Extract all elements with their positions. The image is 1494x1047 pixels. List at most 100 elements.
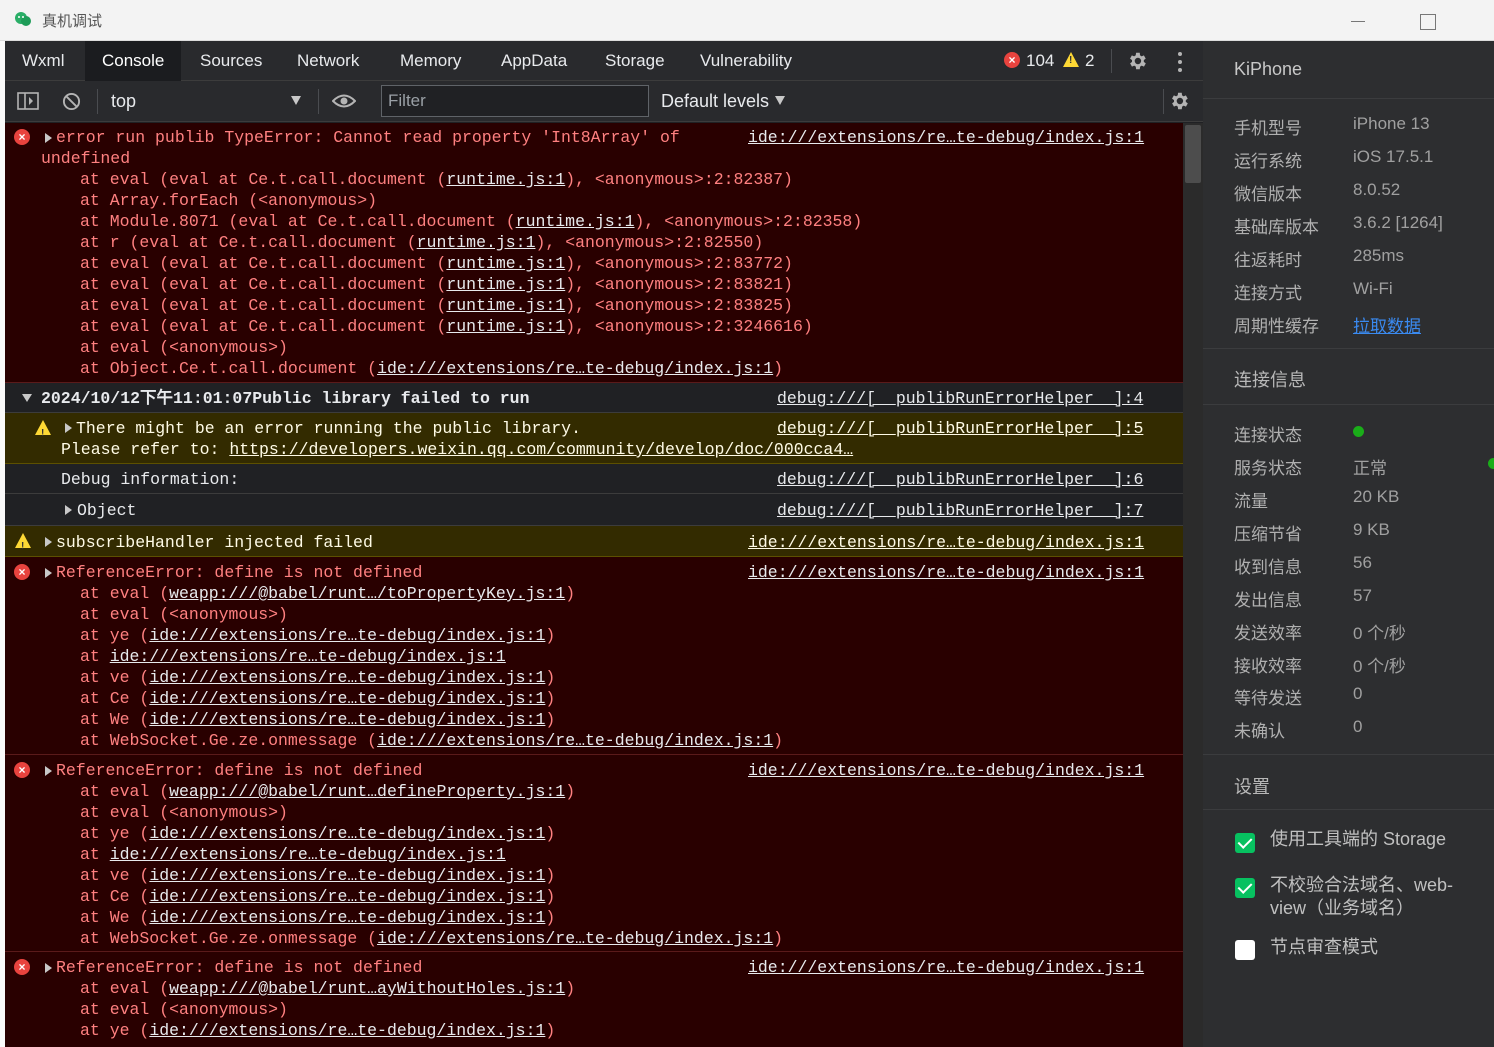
error-icon: ×	[14, 564, 30, 580]
console-error-message[interactable]: × error run publib TypeError: Cannot rea…	[5, 123, 1183, 383]
console-scrollbar[interactable]	[1183, 123, 1203, 1047]
source-link[interactable]: ide:///extensions/re…te-debug/index.js:1	[748, 957, 1144, 978]
stack-frame: at eval (weapp:///@babel/runt…/toPropert…	[80, 584, 576, 603]
stack-link[interactable]: ide:///extensions/re…te-debug/index.js:1	[377, 359, 773, 378]
conn-value: 0	[1353, 717, 1363, 736]
console-settings-gear-icon[interactable]	[1168, 90, 1190, 112]
stack-frame: at eval (eval at Ce.t.call.document (run…	[80, 317, 813, 336]
checkbox-label[interactable]: 使用工具端的 Storage	[1270, 828, 1480, 851]
stack-link[interactable]: ide:///extensions/re…te-debug/index.js:1	[149, 824, 545, 843]
tab-memory[interactable]: Memory	[383, 41, 478, 81]
console-output[interactable]: × error run publib TypeError: Cannot rea…	[5, 123, 1183, 1047]
checkbox-label[interactable]: 节点审查模式	[1270, 936, 1480, 959]
source-link[interactable]: debug:///[__publibRunErrorHelper__]:7	[777, 500, 1143, 521]
conn-value: 0	[1353, 684, 1363, 703]
expand-arrow-icon[interactable]	[45, 537, 52, 547]
stack-link[interactable]: runtime.js:1	[516, 212, 635, 231]
log-levels-dropdown[interactable]: Default levels	[661, 81, 769, 122]
source-link[interactable]: debug:///[__publibRunErrorHelper__]:5	[777, 418, 1143, 439]
info-value: iOS 17.5.1	[1353, 147, 1434, 166]
fetch-data-link[interactable]: 拉取数据	[1353, 312, 1421, 337]
minimize-button[interactable]	[1336, 6, 1376, 36]
stack-link[interactable]: runtime.js:1	[446, 254, 565, 273]
info-label: 基础库版本	[1234, 218, 1319, 237]
tab-network[interactable]: Network	[280, 41, 376, 81]
stack-link[interactable]: ide:///extensions/re…te-debug/index.js:1	[149, 710, 545, 729]
expand-arrow-icon[interactable]	[45, 568, 52, 578]
source-link[interactable]: ide:///extensions/re…te-debug/index.js:1	[748, 127, 1144, 148]
console-group-header[interactable]: 2024/10/12下午11:01:07Public library faile…	[5, 383, 1183, 413]
stack-link[interactable]: weapp:///@babel/runt…/toPropertyKey.js:1	[169, 584, 565, 603]
console-scrollbar-thumb[interactable]	[1185, 125, 1201, 183]
more-options-icon[interactable]	[1178, 52, 1182, 76]
tab-console[interactable]: Console	[85, 41, 182, 81]
conn-value: 0 个/秒	[1353, 657, 1406, 676]
stack-link[interactable]: ide:///extensions/re…te-debug/index.js:1	[149, 887, 545, 906]
stack-link[interactable]: ide:///extensions/re…te-debug/index.js:1	[149, 1021, 545, 1040]
source-link[interactable]: ide:///extensions/re…te-debug/index.js:1	[748, 760, 1144, 781]
tab-wxml[interactable]: Wxml	[5, 41, 81, 81]
tab-appdata[interactable]: AppData	[484, 41, 584, 81]
context-selector[interactable]: top	[111, 81, 136, 122]
source-link[interactable]: ide:///extensions/re…te-debug/index.js:1	[748, 562, 1144, 583]
stack-link[interactable]: ide:///extensions/re…te-debug/index.js:1	[149, 908, 545, 927]
tab-sources[interactable]: Sources	[183, 41, 279, 81]
tab-storage[interactable]: Storage	[588, 41, 682, 81]
expand-arrow-icon[interactable]	[65, 423, 72, 433]
warning-count[interactable]: 2	[1085, 41, 1094, 81]
divider	[318, 89, 319, 114]
stack-link[interactable]: runtime.js:1	[446, 170, 565, 189]
console-warning-message[interactable]: There might be an error running the publ…	[5, 413, 1183, 464]
stack-link[interactable]: ide:///extensions/re…te-debug/index.js:1	[149, 668, 545, 687]
source-link[interactable]: debug:///[__publibRunErrorHelper__]:6	[777, 469, 1143, 490]
docs-link[interactable]: https://developers.weixin.qq.com/communi…	[229, 440, 853, 459]
expand-arrow-icon[interactable]	[45, 766, 52, 776]
tab-vulnerability[interactable]: Vulnerability	[683, 41, 809, 81]
expand-arrow-icon[interactable]	[65, 505, 72, 515]
object-preview[interactable]: Object	[77, 500, 136, 521]
console-object-message[interactable]: Object debug:///[__publibRunErrorHelper_…	[5, 494, 1183, 526]
live-expression-eye-icon[interactable]	[332, 93, 356, 109]
stack-link[interactable]: ide:///extensions/re…te-debug/index.js:1	[110, 647, 506, 666]
stack-frame: at ide:///extensions/re…te-debug/index.j…	[80, 845, 506, 864]
info-value: Wi-Fi	[1353, 279, 1393, 298]
stack-link[interactable]: ide:///extensions/re…te-debug/index.js:1	[377, 929, 773, 948]
expand-arrow-icon[interactable]	[45, 963, 52, 973]
clear-console-icon[interactable]	[62, 92, 81, 111]
stack-link[interactable]: runtime.js:1	[446, 317, 565, 336]
stack-link[interactable]: ide:///extensions/re…te-debug/index.js:1	[149, 626, 545, 645]
checkbox-label[interactable]: 不校验合法域名、web-view（业务域名）	[1270, 874, 1480, 920]
console-error-message[interactable]: × ReferenceError: define is not defined …	[5, 952, 1183, 1047]
chevron-down-icon[interactable]	[291, 96, 301, 105]
filter-input[interactable]: Filter	[381, 85, 649, 117]
settings-gear-icon[interactable]	[1126, 50, 1148, 72]
warning-count-icon[interactable]	[1063, 52, 1079, 67]
console-warning-message[interactable]: subscribeHandler injected failed ide:///…	[5, 526, 1183, 557]
stack-link[interactable]: ide:///extensions/re…te-debug/index.js:1	[149, 866, 545, 885]
stack-link[interactable]: weapp:///@babel/runt…defineProperty.js:1	[169, 782, 565, 801]
stack-link[interactable]: ide:///extensions/re…te-debug/index.js:1	[149, 689, 545, 708]
expand-arrow-icon[interactable]	[45, 133, 52, 143]
chevron-down-icon[interactable]	[775, 96, 785, 105]
use-tool-storage-checkbox[interactable]	[1235, 833, 1255, 853]
console-error-message[interactable]: × ReferenceError: define is not defined …	[5, 557, 1183, 755]
skip-domain-check-checkbox[interactable]	[1235, 878, 1255, 898]
error-icon: ×	[14, 762, 30, 778]
stack-link[interactable]: runtime.js:1	[446, 275, 565, 294]
console-error-message[interactable]: × ReferenceError: define is not defined …	[5, 755, 1183, 952]
stack-link[interactable]: ide:///extensions/re…te-debug/index.js:1	[377, 731, 773, 750]
stack-link[interactable]: runtime.js:1	[446, 296, 565, 315]
stack-link[interactable]: runtime.js:1	[417, 233, 536, 252]
error-count-icon[interactable]: ×	[1004, 52, 1020, 68]
collapse-arrow-icon[interactable]	[22, 394, 32, 402]
devtools-tabbar: Wxml Console Sources Network Memory AppD…	[5, 41, 1203, 81]
stack-link[interactable]: weapp:///@babel/runt…ayWithoutHoles.js:1	[169, 979, 565, 998]
console-log-message[interactable]: Debug information: debug:///[__publibRun…	[5, 464, 1183, 494]
error-count[interactable]: 104	[1026, 41, 1054, 81]
stack-link[interactable]: ide:///extensions/re…te-debug/index.js:1	[110, 845, 506, 864]
source-link[interactable]: ide:///extensions/re…te-debug/index.js:1	[748, 532, 1144, 553]
node-inspect-mode-checkbox[interactable]	[1235, 940, 1255, 960]
maximize-button[interactable]	[1406, 6, 1446, 36]
sidebar-toggle-icon[interactable]	[17, 92, 39, 110]
source-link[interactable]: debug:///[__publibRunErrorHelper__]:4	[777, 388, 1143, 409]
